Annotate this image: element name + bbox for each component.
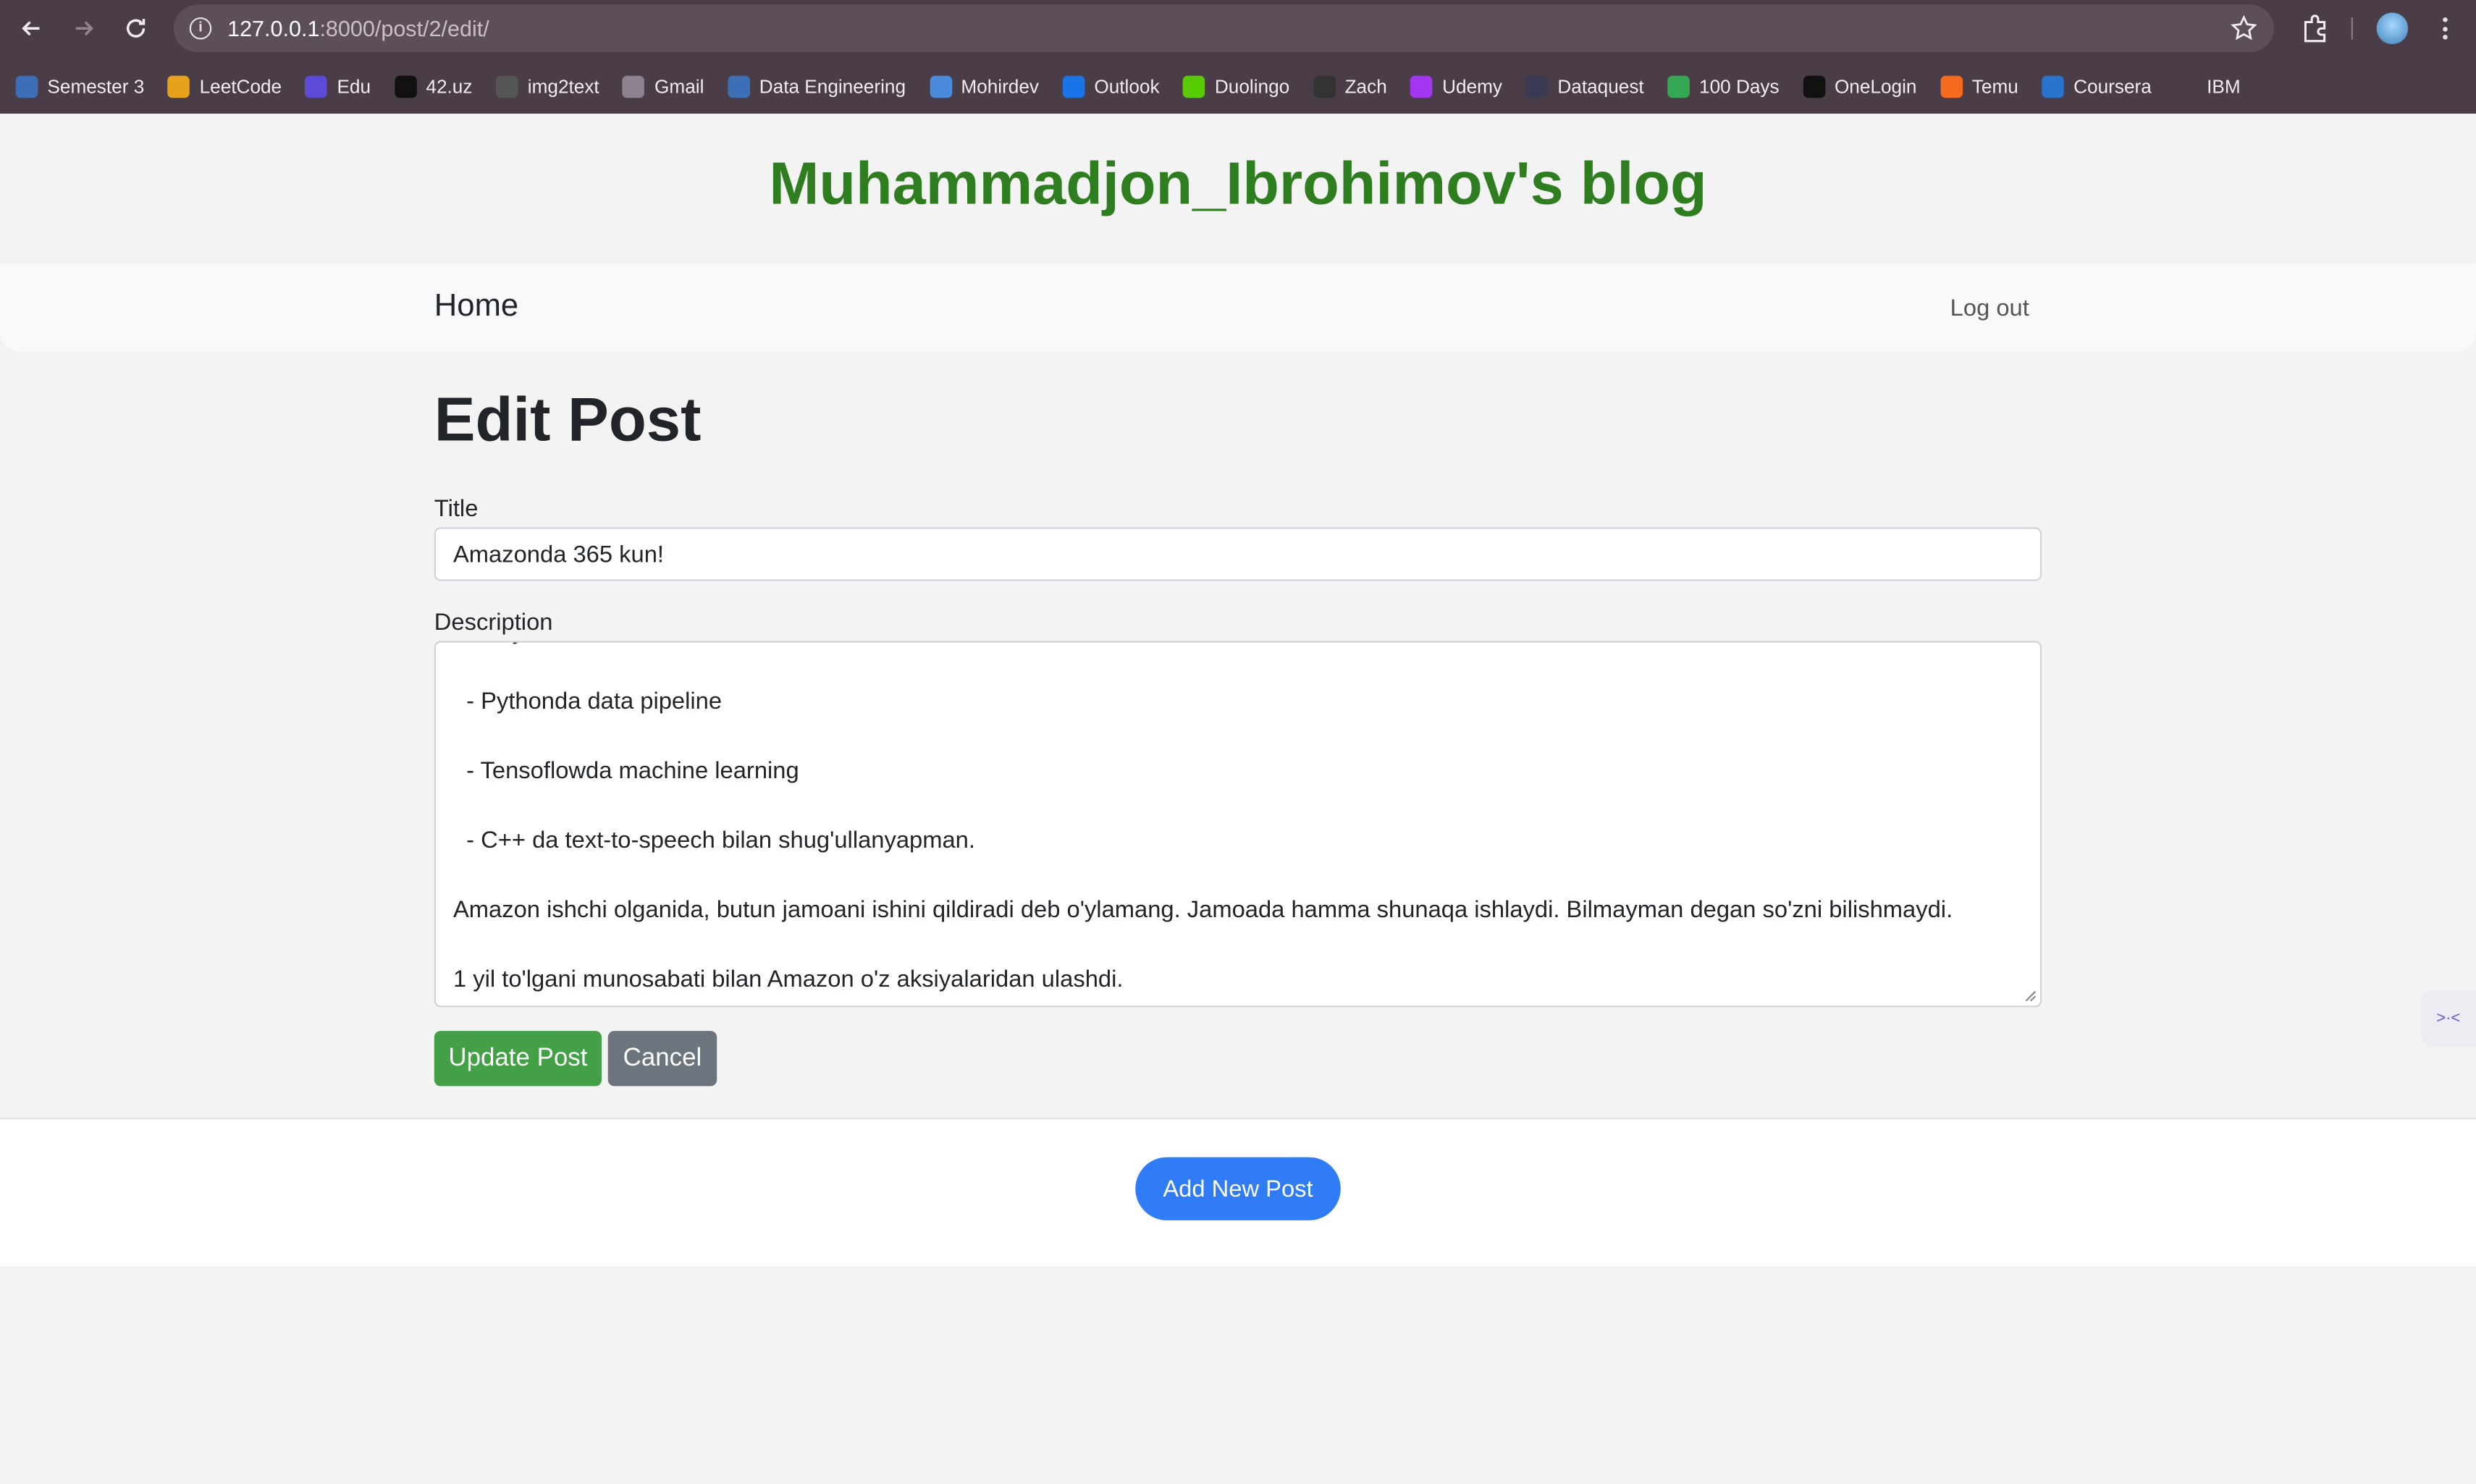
bookmark-item[interactable]: Duolingo [1183, 75, 1290, 98]
address-bar[interactable]: i 127.0.0.1:8000/post/2/edit/ [173, 4, 2274, 52]
bookmark-label: Udemy [1442, 75, 1503, 98]
bookmark-item[interactable]: Mohirdev [929, 75, 1040, 98]
ibm-icon [2175, 75, 2198, 98]
forward-arrow-icon [75, 21, 93, 36]
zach-icon [1313, 75, 1336, 98]
page: Muhammadjon_Ibrohimov's blog Home Log ou… [0, 114, 2476, 1484]
folder-icon [623, 75, 645, 98]
bookmark-item[interactable]: IBM [2175, 75, 2241, 98]
profile-avatar[interactable] [2376, 12, 2409, 45]
bookmark-item[interactable]: Temu [1940, 75, 2018, 98]
mohirdev-icon [929, 75, 952, 98]
description-textarea[interactable]: - Tinybird - Pythonda data pipeline - Te… [434, 641, 2042, 1008]
bookmark-label: OneLogin [1834, 75, 1917, 98]
sheets-icon [1667, 75, 1690, 98]
bookmark-label: Duolingo [1214, 75, 1290, 98]
nav-home-link[interactable]: Home [434, 289, 518, 325]
forward-button[interactable] [64, 9, 102, 47]
temu-icon [1940, 75, 1963, 98]
cancel-button[interactable]: Cancel [607, 1031, 717, 1087]
dataquest-icon [1525, 75, 1549, 98]
bookmark-label: Outlook [1094, 75, 1160, 98]
bookmark-item[interactable]: Outlook [1062, 75, 1160, 98]
folder-icon [728, 75, 750, 98]
bookmark-label: 100 Days [1699, 75, 1780, 98]
bookmark-label: Data Engineering [759, 75, 906, 98]
outlook-icon [1062, 75, 1085, 98]
bookmark-item[interactable]: Gmail [623, 75, 704, 98]
duolingo-icon [1183, 75, 1205, 98]
back-button[interactable] [12, 9, 50, 47]
nav-logout-link[interactable]: Log out [1950, 295, 2029, 322]
bookmark-label: Zach [1344, 75, 1387, 98]
bookmark-label: Gmail [654, 75, 704, 98]
folder-icon [15, 75, 38, 98]
footer: Add New Post [0, 1118, 2476, 1267]
bookmark-item[interactable]: Semester 3 [15, 75, 145, 98]
bookmark-item[interactable]: OneLogin [1803, 75, 1917, 98]
img2text-icon [496, 75, 518, 98]
site-info-icon[interactable]: i [189, 17, 212, 40]
toolbar-divider [2351, 17, 2353, 40]
side-panel-tab-icon[interactable]: >·< [2420, 990, 2476, 1047]
42-icon [394, 75, 417, 98]
bookmark-label: img2text [527, 75, 599, 98]
bookmark-item[interactable]: img2text [496, 75, 599, 98]
bookmark-label: Semester 3 [47, 75, 145, 98]
bookmark-label: LeetCode [199, 75, 282, 98]
browser-toolbar: i 127.0.0.1:8000/post/2/edit/ [0, 0, 2476, 57]
title-input[interactable] [434, 527, 2042, 581]
onelogin-icon [1803, 75, 1825, 98]
bookmark-item[interactable]: Edu [305, 75, 371, 98]
udemy-icon [1410, 75, 1433, 98]
bookmark-item[interactable]: Udemy [1410, 75, 1503, 98]
add-new-post-button[interactable]: Add New Post [1135, 1157, 1341, 1220]
bookmark-item[interactable]: Zach [1313, 75, 1387, 98]
reload-icon [126, 19, 146, 38]
leetcode-icon [167, 75, 190, 98]
reload-button[interactable] [117, 9, 154, 47]
bookmark-item[interactable]: 100 Days [1667, 75, 1780, 98]
back-arrow-icon [22, 21, 40, 36]
navbar: Home Log out [0, 264, 2476, 353]
title-label: Title [434, 495, 479, 523]
bookmark-label: Coursera [2073, 75, 2152, 98]
url-text[interactable]: 127.0.0.1:8000/post/2/edit/ [227, 16, 489, 41]
blog-title: Muhammadjon_Ibrohimov's blog [769, 151, 1707, 218]
bookmark-label: IBM [2207, 75, 2241, 98]
coursera-icon [2042, 75, 2065, 98]
bookmark-star-icon[interactable] [2230, 14, 2258, 43]
bookmark-label: 42.uz [426, 75, 473, 98]
extensions-icon[interactable] [2299, 12, 2331, 44]
edu-icon [305, 75, 328, 98]
description-label: Description [434, 609, 553, 636]
bookmark-label: Mohirdev [961, 75, 1040, 98]
bookmark-item[interactable]: Dataquest [1525, 75, 1644, 98]
bookmark-item[interactable]: Coursera [2042, 75, 2152, 98]
browser-chrome: i 127.0.0.1:8000/post/2/edit/ Semester 3… [0, 0, 2476, 114]
bookmark-item[interactable]: LeetCode [167, 75, 282, 98]
bookmark-item[interactable]: Data Engineering [728, 75, 906, 98]
browser-menu-icon[interactable] [2432, 12, 2457, 44]
bookmark-label: Edu [337, 75, 371, 98]
bookmark-label: Dataquest [1557, 75, 1644, 98]
update-post-button[interactable]: Update Post [434, 1031, 602, 1087]
description-text: - Tinybird - Pythonda data pipeline - Te… [452, 643, 1953, 993]
bookmark-label: Temu [1971, 75, 2018, 98]
resize-grip-icon[interactable] [2024, 990, 2037, 1002]
bookmark-item[interactable]: 42.uz [394, 75, 473, 98]
bookmarks-bar: Semester 3 LeetCode Edu 42.uz img2text Gmail D… [0, 69, 2476, 104]
page-title: Edit Post [434, 387, 702, 455]
